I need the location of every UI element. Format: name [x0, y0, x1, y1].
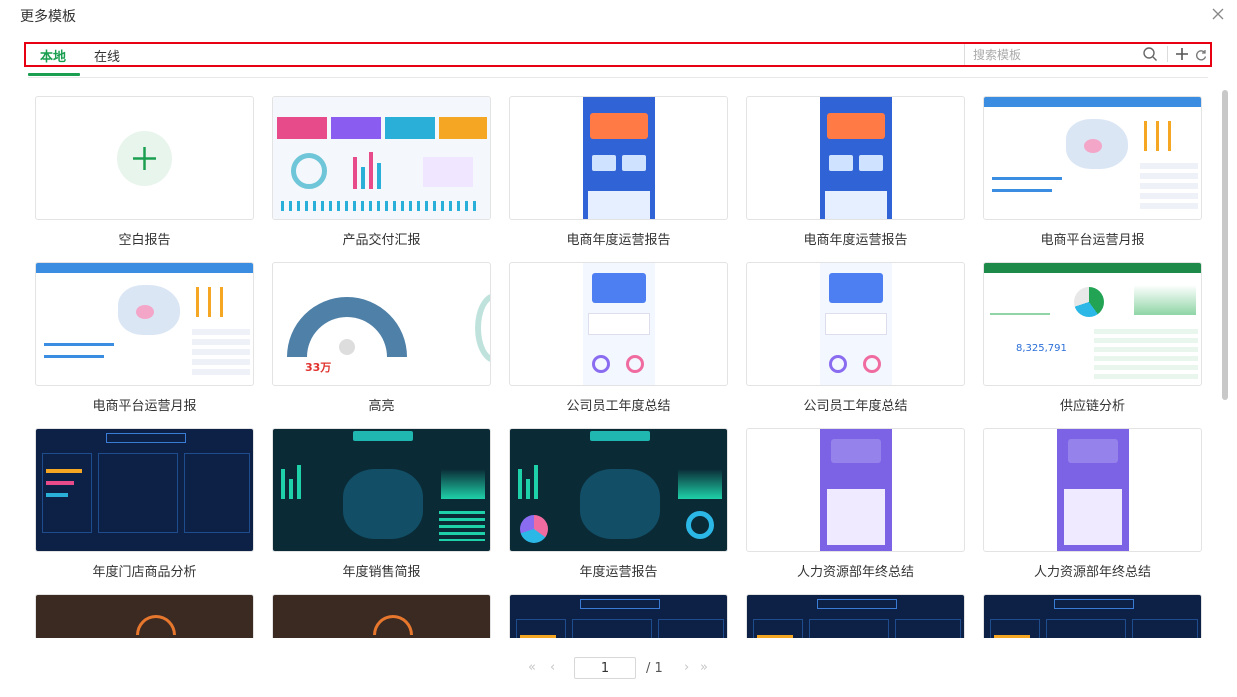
- template-card[interactable]: [746, 594, 965, 638]
- pagination: « ‹ / 1 › »: [0, 656, 1237, 682]
- template-thumbnail[interactable]: [509, 428, 728, 552]
- template-thumbnail[interactable]: [746, 96, 965, 220]
- add-blank-icon: [117, 131, 172, 186]
- template-label: 电商平台运营月报: [1040, 233, 1145, 248]
- template-card[interactable]: 人力资源部年终总结: [983, 428, 1202, 580]
- template-label: 年度门店商品分析: [92, 565, 197, 580]
- first-page-button[interactable]: «: [528, 660, 536, 675]
- scrollbar-thumb[interactable]: [1222, 90, 1228, 400]
- template-label: 人力资源部年终总结: [1033, 565, 1151, 580]
- template-label: 公司员工年度总结: [803, 399, 908, 414]
- template-thumbnail[interactable]: [983, 594, 1202, 638]
- template-card[interactable]: [509, 594, 728, 638]
- template-card[interactable]: 电商平台运营月报: [35, 262, 254, 414]
- template-card[interactable]: [272, 594, 491, 638]
- template-card[interactable]: 年度门店商品分析: [35, 428, 254, 580]
- search-input[interactable]: [973, 46, 1133, 63]
- template-label: 年度运营报告: [579, 565, 658, 580]
- template-label: 电商平台运营月报: [92, 399, 197, 414]
- page-total: / 1: [646, 661, 663, 676]
- toolbar-divider: [1167, 46, 1168, 62]
- template-card[interactable]: 8,325,791 供应链分析: [983, 262, 1202, 414]
- template-thumbnail[interactable]: [272, 594, 491, 638]
- template-card[interactable]: 产品交付汇报: [272, 96, 491, 248]
- template-label: 年度销售简报: [342, 565, 421, 580]
- template-thumbnail[interactable]: [746, 262, 965, 386]
- template-label: 电商年度运营报告: [803, 233, 908, 248]
- template-label: 电商年度运营报告: [566, 233, 671, 248]
- template-thumbnail[interactable]: [509, 262, 728, 386]
- template-card[interactable]: 人力资源部年终总结: [746, 428, 965, 580]
- template-label: 供应链分析: [1059, 399, 1125, 414]
- template-card[interactable]: 空白报告: [35, 96, 254, 248]
- template-card[interactable]: 33万高亮: [272, 262, 491, 414]
- template-card[interactable]: 电商年度运营报告: [746, 96, 965, 248]
- template-thumbnail[interactable]: [272, 428, 491, 552]
- tabs-divider: [28, 77, 1208, 78]
- template-thumbnail[interactable]: [35, 594, 254, 638]
- search-box: [964, 44, 1164, 65]
- template-thumbnail[interactable]: [272, 96, 491, 220]
- template-thumbnail[interactable]: [509, 96, 728, 220]
- template-toolbar: 本地 在线: [24, 42, 1212, 67]
- template-card[interactable]: 电商年度运营报告: [509, 96, 728, 248]
- template-label: 高亮: [368, 399, 395, 414]
- gauge-value: 33万: [305, 361, 332, 374]
- template-card[interactable]: 年度销售简报: [272, 428, 491, 580]
- template-label: 人力资源部年终总结: [796, 565, 914, 580]
- template-card[interactable]: 年度运营报告: [509, 428, 728, 580]
- template-thumbnail[interactable]: [983, 428, 1202, 552]
- template-thumbnail[interactable]: [509, 594, 728, 638]
- template-card[interactable]: 公司员工年度总结: [746, 262, 965, 414]
- next-page-button[interactable]: ›: [684, 660, 689, 675]
- template-card[interactable]: [983, 594, 1202, 638]
- template-label: 产品交付汇报: [342, 233, 421, 248]
- close-icon[interactable]: [1209, 5, 1227, 23]
- template-thumbnail[interactable]: [983, 96, 1202, 220]
- template-thumbnail[interactable]: 8,325,791: [983, 262, 1202, 386]
- tab-online[interactable]: 在线: [94, 46, 120, 65]
- template-card[interactable]: [35, 594, 254, 638]
- refresh-icon[interactable]: [1194, 47, 1208, 61]
- tab-local[interactable]: 本地: [40, 46, 66, 65]
- search-icon[interactable]: [1142, 46, 1158, 62]
- template-thumbnail[interactable]: 33万: [272, 262, 491, 386]
- prev-page-button[interactable]: ‹: [550, 660, 555, 675]
- page-number-input[interactable]: [574, 657, 636, 679]
- template-label: 公司员工年度总结: [566, 399, 671, 414]
- last-page-button[interactable]: »: [700, 660, 708, 675]
- template-thumbnail[interactable]: [35, 428, 254, 552]
- template-card[interactable]: 公司员工年度总结: [509, 262, 728, 414]
- template-thumbnail[interactable]: [35, 96, 254, 220]
- template-card[interactable]: 电商平台运营月报: [983, 96, 1202, 248]
- dialog-title: 更多模板: [20, 9, 76, 25]
- template-label: 空白报告: [118, 233, 171, 248]
- template-thumbnail[interactable]: [35, 262, 254, 386]
- template-thumbnail[interactable]: [746, 428, 965, 552]
- supply-number: 8,325,791: [1016, 343, 1067, 354]
- active-tab-indicator: [28, 73, 80, 76]
- template-thumbnail[interactable]: [746, 594, 965, 638]
- dialog-header: 更多模板: [0, 0, 1237, 30]
- plus-icon[interactable]: [1174, 46, 1190, 62]
- template-grid: 空白报告 产品交付汇报 电商年度运营报告 电商年度运营报告 电商平台运营月报 电商平台运营…: [0, 88, 1237, 638]
